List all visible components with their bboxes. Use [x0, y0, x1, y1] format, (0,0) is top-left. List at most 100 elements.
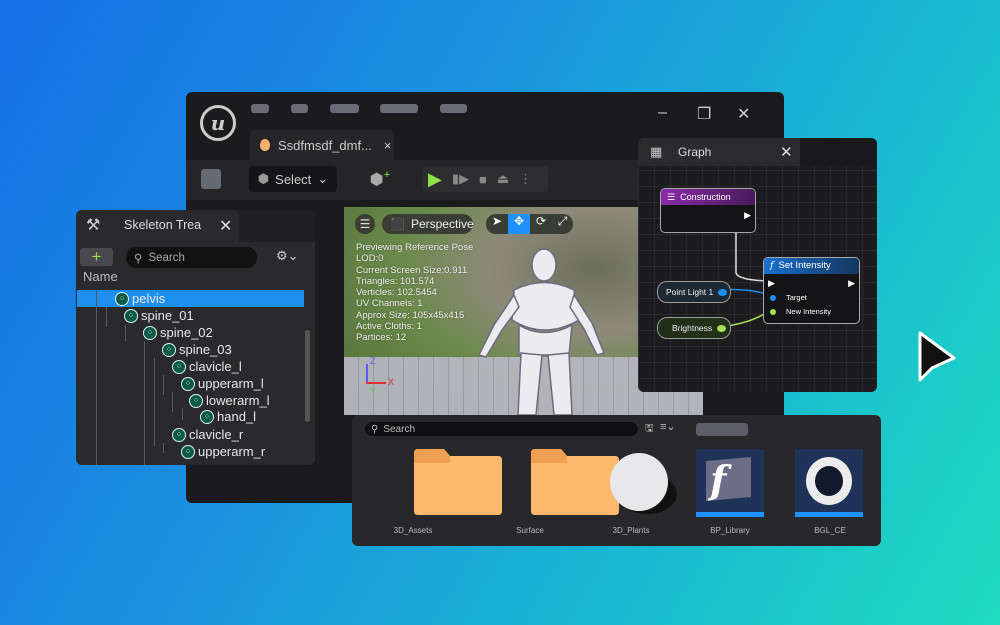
stat-line: UV Channels: 1	[356, 298, 423, 310]
restore-button[interactable]: ❐	[697, 104, 711, 124]
transform-tools: ➤ ✥ ⟳ ⤢	[486, 214, 573, 234]
save-icon	[201, 169, 221, 189]
add-cube-icon: ⬢+	[369, 168, 391, 189]
tree-row[interactable]: ⁘ upperarm_l	[181, 375, 264, 392]
settings-gear-icon[interactable]: ⚙⌄	[276, 248, 299, 264]
sphere-icon	[610, 453, 677, 514]
stat-line: Verticles: 102.5454	[356, 287, 437, 299]
panel-title: Skeleton Trea	[124, 218, 202, 232]
scale-tool-icon[interactable]: ⤢	[552, 214, 573, 234]
scrollbar[interactable]	[305, 330, 310, 422]
node-label: Point Light 1	[666, 287, 714, 297]
asset-tile[interactable]	[795, 449, 881, 517]
play-icon[interactable]: ▶	[428, 169, 442, 190]
exec-pin-out[interactable]: ▶	[744, 210, 751, 221]
content-search-input[interactable]: ⚲ Search	[365, 422, 638, 436]
bone-icon: ⁘	[189, 393, 203, 408]
perspective-button[interactable]: ⬛ Perspective	[382, 214, 474, 234]
close-window-button[interactable]: ✕	[737, 104, 750, 124]
add-bone-button[interactable]: +	[80, 248, 113, 266]
torus-icon	[795, 449, 863, 517]
bone-icon: ⁘	[181, 444, 195, 459]
menu-item[interactable]	[380, 104, 418, 113]
exec-pin-in[interactable]: ▶	[768, 278, 775, 289]
filter-pill[interactable]	[696, 423, 748, 436]
rotate-tool-icon[interactable]: ⟳	[530, 214, 552, 234]
target-pin[interactable]: Target	[770, 293, 807, 302]
tree-row-pelvis[interactable]: ⁘ pelvis	[115, 290, 165, 307]
pin-label: New Intensity	[786, 307, 832, 316]
bone-name: spine_02	[160, 325, 213, 340]
tree-row[interactable]: ⁘ upperarm_r	[181, 443, 265, 460]
select-tool-icon[interactable]: ➤	[486, 214, 508, 234]
bone-name: upperarm_l	[198, 376, 264, 391]
close-panel-button[interactable]: ✕	[219, 216, 232, 236]
chevron-down-icon: ⌄	[317, 171, 329, 186]
eject-icon[interactable]: ⏏	[497, 171, 509, 187]
move-tool-icon[interactable]: ✥	[508, 214, 530, 234]
asset-tile[interactable]: f	[696, 449, 786, 517]
construction-node[interactable]: ☰ Construction ▶	[660, 188, 756, 233]
tree-row[interactable]: ⁘ spine_01	[124, 307, 194, 324]
hamburger-menu-button[interactable]: ☰	[355, 214, 375, 234]
brightness-node[interactable]: Brightness	[657, 317, 731, 339]
asset-tile[interactable]	[597, 449, 687, 524]
bone-icon: ⁘	[143, 325, 157, 340]
select-label: Select	[275, 171, 312, 187]
menu-item[interactable]	[251, 104, 269, 113]
tree-row[interactable]: ⁘ spine_02	[143, 324, 213, 341]
bone-name: upperarm_r	[198, 444, 266, 459]
mouse-cursor-icon	[918, 331, 956, 382]
menu-item[interactable]	[330, 104, 359, 113]
new-intensity-pin[interactable]: New Intensity	[770, 307, 831, 316]
add-actor-button[interactable]: ⬢+	[362, 166, 398, 192]
tree-row[interactable]: ⁘ clavicle_r	[172, 426, 243, 443]
step-icon[interactable]: ▮▶	[452, 171, 469, 187]
bone-name: pelvis	[132, 291, 166, 306]
save-button[interactable]	[200, 166, 222, 192]
select-dropdown[interactable]: ⬢ Select ⌄	[249, 166, 337, 192]
mannequin-figure	[477, 248, 606, 415]
stats-overlay: Previewing Reference Pose LOD:0 Current …	[356, 242, 473, 344]
stop-icon[interactable]: ■	[479, 172, 487, 187]
cube-icon: ⬛	[390, 217, 405, 231]
tab-close-button[interactable]: ×	[384, 138, 392, 153]
tree-row[interactable]: ⁘ clavicle_l	[172, 358, 242, 375]
unreal-logo[interactable]: u	[200, 105, 236, 141]
asset-label: 3D_Assets	[393, 526, 433, 535]
bone-name: spine_03	[179, 342, 232, 357]
save-icon[interactable]: 🖫	[645, 421, 654, 438]
stat-line: Active Cloths: 1	[356, 321, 422, 333]
function-library-icon: f	[696, 449, 764, 517]
menu-item[interactable]	[291, 104, 308, 113]
stat-line: LOD:0	[356, 253, 384, 265]
stat-line: Approx Size: 105x45x415	[356, 309, 465, 321]
more-icon[interactable]: ⋮	[519, 171, 532, 187]
stat-line: Triangles: 101.574	[356, 275, 435, 287]
search-placeholder: Search	[383, 423, 416, 435]
stat-line: Previewing Reference Pose	[356, 242, 474, 253]
bone-name: hand_l	[217, 409, 257, 424]
search-placeholder: Search	[148, 251, 185, 264]
document-tab[interactable]: Ssdfmsdf_dmf... ×	[250, 130, 394, 160]
tree-row[interactable]: ⁘ spine_03	[162, 341, 232, 358]
selected-row-highlight	[77, 290, 304, 307]
play-controls: ▶ ▮▶ ■ ⏏ ⋮	[422, 166, 548, 192]
search-input[interactable]: ⚲ Search	[126, 247, 257, 268]
bone-name: clavicle_l	[189, 359, 242, 374]
menu-item[interactable]	[440, 104, 467, 113]
skeleton-icon: ⚒	[86, 217, 101, 234]
bone-icon: ⁘	[115, 291, 129, 306]
folder-icon	[414, 449, 502, 515]
pin-label: Target	[786, 293, 807, 302]
bone-icon: ⁘	[181, 376, 195, 391]
point-light-node[interactable]: Point Light 1	[657, 281, 731, 303]
exec-pin-out[interactable]: ▶	[848, 278, 855, 289]
asset-label: BGL_CE	[814, 526, 846, 535]
tree-row[interactable]: ⁘ hand_l	[200, 408, 256, 425]
set-intensity-node[interactable]: f Set Intensity ▶ ▶ Target New Intensity	[763, 257, 860, 324]
tree-row[interactable]: ⁘ lowerarm_l	[189, 392, 270, 409]
bone-name: clavicle_r	[189, 427, 244, 442]
filter-icon[interactable]: ≡⌄	[660, 420, 676, 433]
minimize-button[interactable]: –	[658, 104, 667, 122]
